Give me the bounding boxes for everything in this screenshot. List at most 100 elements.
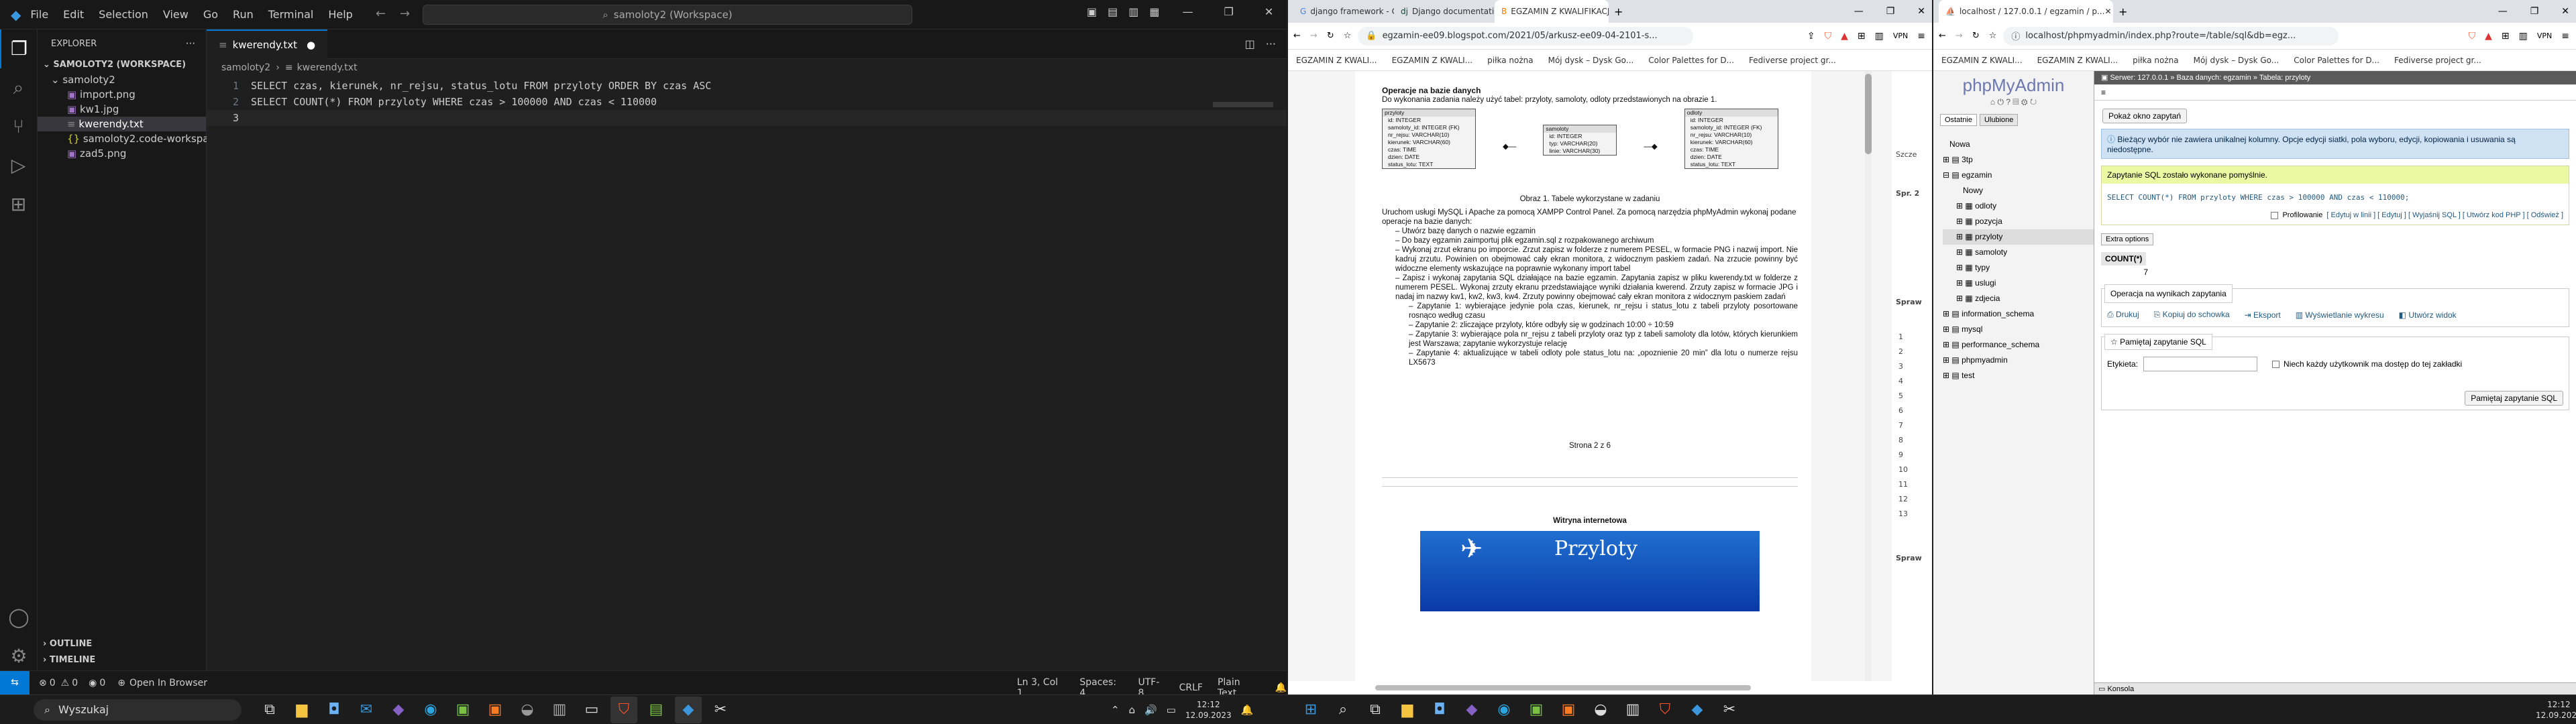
bookmark-item[interactable]: EGZAMIN Z KWALI... (1296, 56, 1377, 65)
menu-icon[interactable]: ≡ (1917, 31, 1925, 42)
timeline-section[interactable]: › TIMELINE (43, 653, 95, 668)
workspace-root[interactable]: ⌄ SAMOLOTY2 (WORKSPACE) (38, 58, 206, 72)
chevron-up-icon[interactable]: ⌃ (1111, 704, 1120, 716)
back-arrow-icon[interactable]: ← (376, 8, 386, 20)
outline-section[interactable]: › OUTLINE (43, 637, 92, 652)
code-editor[interactable]: 1 SELECT czas, kierunek, nr_rejsu, status… (207, 76, 1287, 126)
tab-favorites[interactable]: Ulubione (1979, 114, 2019, 126)
pma-logo[interactable]: phpMyAdmin (1933, 75, 2094, 96)
menu-selection[interactable]: Selection (99, 8, 148, 21)
more-actions-icon[interactable]: ··· (1266, 38, 1276, 50)
toggle-sidebar-icon[interactable]: ▣ (1087, 7, 1097, 17)
menu-help[interactable]: Help (328, 8, 352, 21)
snipping-icon[interactable]: ✂ (707, 697, 734, 723)
minimize-icon[interactable]: — (1183, 7, 1193, 17)
back-arrow-icon[interactable]: ← (1939, 31, 1946, 41)
breadcrumb-text[interactable]: Serwer: 127.0.0.1 » Baza danych: egzamin… (2110, 74, 2310, 82)
notifications-icon[interactable]: 🔔 (1241, 704, 1254, 716)
vs-icon[interactable]: ◆ (385, 697, 412, 723)
minimize-icon[interactable]: — (1854, 6, 1864, 17)
explorer-icon[interactable]: ❐ (0, 29, 37, 68)
bookmark-item[interactable]: Mój dysk – Dysk Go... (1548, 56, 1634, 65)
customize-layout-icon[interactable]: ▦ (1149, 7, 1159, 17)
address-bar[interactable]: 🔒 egzamin-ee09.blogspot.com/2021/05/arkus… (1358, 26, 1694, 46)
split-editor-icon[interactable]: ◫ (1245, 38, 1255, 50)
remote-icon[interactable]: ⇆ (0, 671, 30, 695)
browser-tab[interactable]: Gdjango framework - Google Search (1293, 0, 1394, 23)
copy-button[interactable]: ⎘ Kopiuj do schowka (2154, 310, 2230, 320)
result-column-header[interactable]: COUNT(*) (2101, 252, 2147, 265)
toggle-secondary-icon[interactable]: ▥ (1128, 7, 1138, 17)
create-view-button[interactable]: ◧ Utwórz widok (2399, 310, 2457, 320)
share-icon[interactable]: ⇪ (1807, 31, 1815, 42)
forward-arrow-icon[interactable]: → (1310, 31, 1318, 41)
profiling-checkbox[interactable] (2271, 211, 2279, 219)
run-debug-icon[interactable]: ▷ (0, 146, 37, 185)
console-bar[interactable]: ▭ Konsola (2094, 682, 2576, 695)
editor-tab-kwerendy[interactable]: ≡ kwerendy.txt ● (207, 29, 328, 59)
sidebar-icon[interactable]: ▥ (2519, 31, 2528, 42)
forward-arrow-icon[interactable]: → (400, 8, 410, 20)
taskbar-search[interactable]: ⌕ Wyszukaj (34, 699, 241, 721)
file-item-active[interactable]: ≡ kwerendy.txt (38, 117, 206, 131)
vpn-icon[interactable]: VPN (1893, 32, 1908, 40)
bookmark-item[interactable]: Color Palettes for D... (1648, 56, 1734, 65)
file-item[interactable]: {} samoloty2.code-workspace (38, 131, 221, 146)
tree-item[interactable]: Nowy (1943, 183, 2094, 198)
help-icon[interactable]: ? (2006, 97, 2010, 107)
tree-item[interactable]: ⊞ ▦ pozycja (1943, 214, 2094, 229)
bookmark-item[interactable]: piłka nożna (1487, 56, 1533, 65)
search-icon[interactable]: ⌕ (0, 68, 37, 107)
vpn-icon[interactable]: VPN (2537, 32, 2552, 40)
snipping-icon[interactable]: ✂ (1716, 697, 1743, 723)
brave-icon[interactable]: ⛉ (610, 696, 637, 723)
breadcrumb-file[interactable]: kwerendy.txt (297, 62, 358, 73)
bookmark-item[interactable]: EGZAMIN Z KWALI... (1392, 56, 1473, 65)
bookmark-icon[interactable]: ☆ (1989, 31, 1997, 41)
tree-item[interactable]: ⊞ ▦ typy (1943, 260, 2094, 276)
tree-item-active[interactable]: ⊞ ▦ przyloty (1943, 229, 2094, 245)
close-icon[interactable]: ✕ (1917, 6, 1925, 17)
store-icon[interactable]: ◘ (321, 697, 347, 723)
search-icon[interactable]: ⌕ (1330, 697, 1356, 723)
tree-item[interactable]: ⊟ ▤ egzamin (1943, 168, 2094, 183)
alert-icon[interactable]: ▲ (1841, 31, 1848, 42)
query-action-links[interactable]: [ Edytuj w linii ] [ Edytuj ] [ Wyjaśnij… (2326, 211, 2563, 219)
settings-gear-icon[interactable]: ⚙ (2021, 97, 2028, 107)
task-view-icon[interactable]: ⧉ (256, 697, 283, 723)
menu-icon[interactable]: ≡ (2101, 88, 2106, 97)
maximize-icon[interactable]: ❐ (2530, 6, 2539, 17)
tab-recent[interactable]: Ostatnie (1940, 114, 1977, 126)
tree-item[interactable]: ⊞ ▤ performance_schema (1943, 337, 2094, 353)
gimp-icon[interactable]: ◒ (1587, 697, 1614, 723)
menu-edit[interactable]: Edit (63, 8, 84, 21)
label-input[interactable] (2143, 357, 2258, 371)
minimap[interactable] (1213, 102, 1273, 107)
extensions-icon[interactable]: ⊞ (0, 185, 37, 224)
file-item[interactable]: ▣ import.png (38, 87, 206, 102)
maximize-icon[interactable]: ❐ (1224, 7, 1234, 17)
bookmark-item[interactable]: EGZAMIN Z KWALI... (2037, 56, 2118, 65)
tree-item[interactable]: ⊞ ▤ information_schema (1943, 306, 2094, 322)
xampp-icon[interactable]: ▣ (1555, 697, 1582, 723)
home-icon[interactable]: ⌂ (1990, 97, 1995, 107)
volume-icon[interactable]: 🔊 (1144, 704, 1157, 716)
reload-icon[interactable]: ↻ (2030, 97, 2037, 107)
notepad-icon[interactable]: ▤ (643, 697, 669, 723)
print-button[interactable]: ⎙ Drukuj (2107, 310, 2139, 320)
chart-button[interactable]: ▥ Wyświetlanie wykresu (2296, 310, 2384, 320)
bookmark-item[interactable]: Fediverse project gr... (1749, 56, 1836, 65)
browser-tab[interactable]: djDjango documentation | Django d... (1394, 0, 1495, 23)
back-arrow-icon[interactable]: ← (1293, 31, 1301, 41)
notes-icon[interactable]: ▥ (1619, 697, 1646, 723)
tree-item[interactable]: ⊞ ▦ samoloty (1943, 245, 2094, 260)
menu-go[interactable]: Go (203, 8, 218, 21)
file-item[interactable]: ▣ zad5.png (38, 146, 206, 161)
tree-item[interactable]: ⊞ ▤ phpmyadmin (1943, 353, 2094, 368)
bookmark-item[interactable]: Color Palettes for D... (2294, 56, 2379, 65)
notepadpp-icon[interactable]: ▣ (449, 697, 476, 723)
more-actions-icon[interactable]: ··· (186, 38, 195, 50)
extensions-icon[interactable]: ⊞ (1858, 31, 1866, 42)
clock-secondary[interactable]: 12:12 12.09.2023 (2536, 699, 2576, 721)
edge-icon[interactable]: ◉ (1491, 697, 1517, 723)
